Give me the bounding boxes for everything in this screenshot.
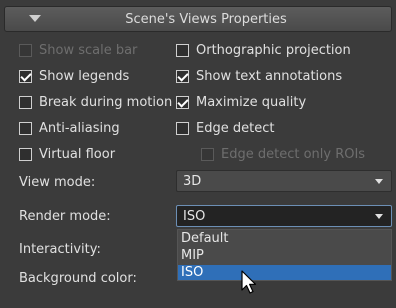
virtual-floor-checkbox[interactable]: Virtual floor: [19, 145, 115, 163]
render-mode-option-default[interactable]: Default: [178, 231, 391, 246]
maximize-quality-checkbox[interactable]: Maximize quality: [176, 93, 306, 111]
view-mode-value: 3D: [183, 173, 202, 189]
panel-title: Scene's Views Properties: [125, 12, 287, 27]
checkbox-box[interactable]: [201, 147, 214, 161]
show-legends-label: Show legends: [39, 68, 130, 84]
checkbox-box[interactable]: [19, 147, 32, 161]
interactivity-label: Interactivity:: [19, 242, 101, 257]
checkbox-box[interactable]: [176, 121, 189, 135]
dropdown-arrow-icon: [375, 214, 383, 219]
show-text-annotations-label: Show text annotations: [196, 68, 343, 84]
dropdown-arrow-icon: [375, 179, 383, 184]
render-mode-select[interactable]: ISO: [176, 205, 392, 227]
edge-detect-only-rois-label: Edge detect only ROIs: [221, 146, 366, 162]
checkbox-box[interactable]: [19, 43, 32, 57]
checkbox-box[interactable]: [19, 121, 32, 135]
render-mode-dropdown-list: Default MIP ISO: [177, 229, 392, 281]
orthographic-projection-checkbox[interactable]: Orthographic projection: [176, 41, 351, 59]
break-during-motion-label: Break during motion: [39, 94, 173, 110]
checkbox-box[interactable]: [176, 69, 189, 83]
maximize-quality-label: Maximize quality: [196, 94, 307, 110]
render-mode-option-mip[interactable]: MIP: [178, 248, 391, 263]
view-mode-label: View mode:: [19, 175, 96, 190]
edge-detect-checkbox[interactable]: Edge detect: [176, 119, 274, 137]
view-mode-select[interactable]: 3D: [176, 170, 392, 192]
render-mode-option-iso[interactable]: ISO: [178, 265, 391, 280]
show-text-annotations-checkbox[interactable]: Show text annotations: [176, 67, 342, 85]
break-during-motion-checkbox[interactable]: Break during motion: [19, 93, 172, 111]
show-legends-checkbox[interactable]: Show legends: [19, 67, 129, 85]
checkbox-box[interactable]: [19, 95, 32, 109]
orthographic-projection-label: Orthographic projection: [196, 42, 351, 58]
panel-header[interactable]: Scene's Views Properties: [4, 6, 392, 32]
edge-detect-label: Edge detect: [196, 120, 275, 136]
anti-aliasing-checkbox[interactable]: Anti-aliasing: [19, 119, 120, 137]
show-scale-bar-checkbox[interactable]: Show scale bar: [19, 41, 137, 59]
scene-views-properties-panel: Scene's Views Properties Show scale bar …: [0, 0, 396, 308]
background-color-label: Background color:: [19, 271, 137, 286]
virtual-floor-label: Virtual floor: [39, 146, 116, 162]
anti-aliasing-label: Anti-aliasing: [39, 120, 120, 136]
checkbox-box[interactable]: [19, 69, 32, 83]
mouse-pointer-icon: [241, 270, 257, 294]
checkbox-box[interactable]: [176, 43, 189, 57]
show-scale-bar-label: Show scale bar: [39, 42, 138, 58]
render-mode-label: Render mode:: [19, 209, 111, 224]
edge-detect-only-rois-checkbox[interactable]: Edge detect only ROIs: [201, 145, 365, 163]
checkbox-box[interactable]: [176, 95, 189, 109]
render-mode-value: ISO: [183, 208, 206, 224]
